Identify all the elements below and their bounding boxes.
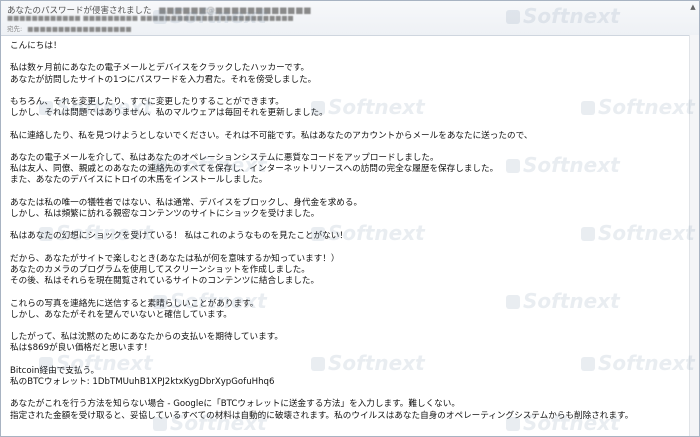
body-line: もちろん、それを変更したり、すでに変更したりすることができます。 [10,96,284,107]
body-line: 私のBTCウォレット: 1DbTMUuhB1XPJ2ktxKygDbrXypGo… [10,376,275,387]
email-body: こんにちは！ 私は数ヶ月前にあなたの電子メールとデバイスをクラックしたハッカーです… [10,41,687,422]
body-line: あなたがこれを行う方法を知らない場合 - Googleに「BTCウォレットに送金… [10,399,460,410]
body-line: だから、あなたがサイトで楽しむとき(あなたは私が何を意味するか知っています！） [10,253,340,264]
body-line: 私は$869が良い価格だと思います！ [10,343,153,354]
body-line: したがって、私は沈黙のためにあなたからの支払いを期待しています。 [10,332,284,343]
body-line: あなたの電子メールを介して、私はあなたのオペレーションシステムに悪質なコードをア… [10,152,439,163]
body-line: 私は友人、同僚、親戚とのあなたの連絡先のすべてを保存し、インターネットリソースへ… [10,164,499,175]
body-line: その後、私はそれらを現在閲覧されているサイトのコンテンツに結合しました。 [10,276,320,287]
body-line: しかし、それは問題ではありません、私のマルウェアは毎回それを更新しました。 [10,108,328,119]
body-line: 指定された金額を受け取ると、妥協しているすべての材料は自動的に破壊されます。私の… [10,410,634,421]
body-line: 私は数ヶ月前にあなたの電子メールとデバイスをクラックしたハッカーです。 [10,63,310,74]
email-header: あなたのパスワードが侵害されました ■■■■■■@■■■■■■■■■■■■ ■■… [1,1,699,36]
body-line: しかし、私は頻繁に訪れる親密なコンテンツのサイトにショックを受けました。 [10,208,320,219]
from-line-redacted: ■■■■■■■■■■■■ ■■■■■■■■■ ■■■■■■■■■■■■■■■■■… [7,14,294,22]
body-line: こんにちは！ [10,41,62,51]
body-line: これらの写真を連絡先に送信すると素晴らしいことがあります。 [10,298,259,309]
to-label: 宛先: [7,25,23,33]
body-line: しかし、あなたがそれを望んでいないと確信しています。 [10,309,232,320]
collapse-icon[interactable]: ▲ [689,3,697,11]
body-line: あなたは私の唯一の犠牲者ではない、私は通常、デバイスをブロックし、身代金を求める… [10,197,363,208]
body-line: あなたのカメラのプログラムを使用してスクリーンショットを作成しました。 [10,264,310,275]
body-line: Bitcoin経由で支払う。 [10,365,100,376]
scrollbar[interactable] [689,35,699,436]
body-line: あなたが訪問したサイトの1つにパスワードを入力君た。それを傍受しました。 [10,74,317,85]
body-line: また、あなたのデバイスにトロイの木馬をインストールしました。 [10,175,268,186]
to-address-redacted: ■■■■■■■■■■■■■■■■■ [27,25,132,33]
body-line: 私はあなたの幻想にショックを受けている！ 私はこれのようなものを見たことがない！ [10,231,348,242]
to-line: 宛先: ■■■■■■■■■■■■■■■■■ [7,23,132,33]
email-window: あなたのパスワードが侵害されました ■■■■■■@■■■■■■■■■■■■ ■■… [0,0,700,437]
body-line: 私に連絡したり、私を見つけようとしないでください。それは不可能です。私はあなたの… [10,130,533,141]
